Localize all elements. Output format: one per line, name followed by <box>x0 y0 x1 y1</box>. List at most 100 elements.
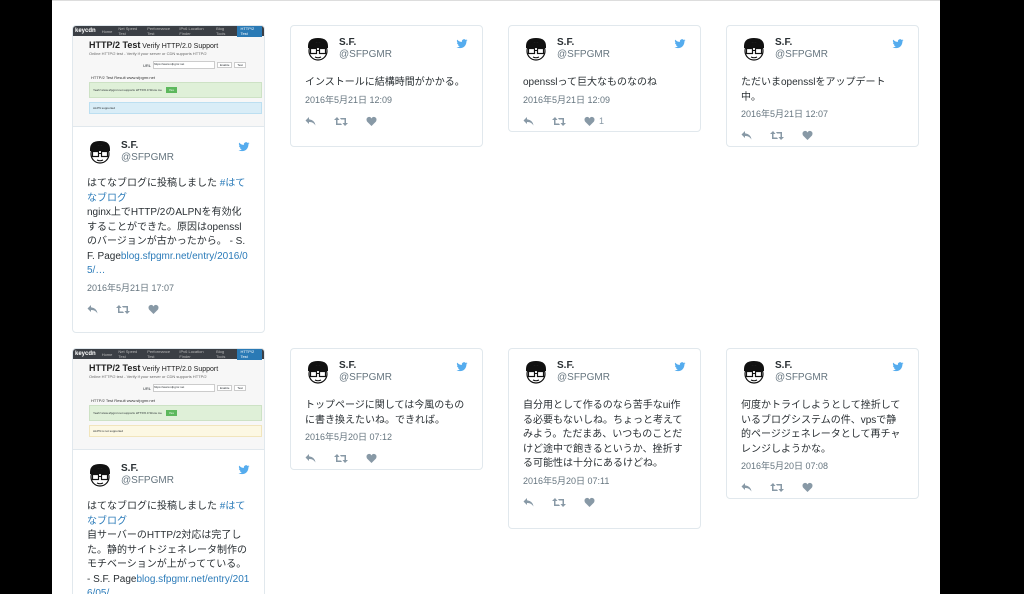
tweet-date[interactable]: 2016年5月21日 12:07 <box>727 107 918 120</box>
twitter-bird-icon[interactable] <box>892 37 904 49</box>
like-button[interactable] <box>148 304 163 315</box>
twitter-bird-icon[interactable] <box>456 360 468 372</box>
tweet-date[interactable]: 2016年5月20日 07:11 <box>509 474 700 487</box>
retweet-button[interactable] <box>552 497 566 508</box>
user-name[interactable]: S.F. <box>775 360 792 371</box>
user-handle[interactable]: @SFPGMR <box>557 372 610 383</box>
twitter-bird-icon[interactable] <box>238 140 250 152</box>
tweet-text-main: ただいまopensslをアップデート中。 <box>741 77 886 103</box>
tweet-text-main: インストールに結構時間がかかる。 <box>305 77 465 88</box>
reply-button[interactable] <box>305 116 316 127</box>
preview-navbar: keycdn Home Net Speed Test Performance Test… <box>73 26 264 37</box>
user-handle[interactable]: @SFPGMR <box>775 372 828 383</box>
user-name[interactable]: S.F. <box>557 37 574 48</box>
tweet-text: インストールに結構時間がかかる。 <box>291 76 482 91</box>
preview-nav-active: HTTP/2 Test <box>237 26 262 37</box>
link-preview-image[interactable]: keycdn Home Net Speed Test Performance Test… <box>73 349 264 450</box>
like-button[interactable] <box>584 497 599 508</box>
preview-url-row: URL https://www.sfpgmr.net Enable Test <box>143 61 264 69</box>
twitter-bird-icon[interactable] <box>892 360 904 372</box>
avatar[interactable] <box>741 36 767 62</box>
tweet-card[interactable]: S.F. @SFPGMR インストールに結構時間がかかる。 2016年5月21日 12… <box>290 25 483 147</box>
avatar[interactable] <box>305 359 331 385</box>
user-name[interactable]: S.F. <box>339 37 356 48</box>
tweet-date[interactable]: 2016年5月21日 17:07 <box>73 281 264 294</box>
like-button[interactable] <box>802 130 817 141</box>
user-name[interactable]: S.F. <box>121 463 138 474</box>
avatar[interactable] <box>305 36 331 62</box>
avatar[interactable] <box>87 462 113 488</box>
retweet-icon <box>334 453 348 464</box>
retweet-button[interactable] <box>552 116 566 127</box>
like-button[interactable] <box>802 482 817 493</box>
preview-nav-item: Blog Tools <box>216 349 226 359</box>
reply-button[interactable] <box>87 304 98 315</box>
preview-success-text: Yeah! www.sfpgmr.net supports HTTP/2.0 S… <box>93 411 162 415</box>
tweet-actions <box>73 304 264 315</box>
tweet-text: はてなブログに投稿しました #はてなブログ 自サーバーのHTTP/2対応は完了した… <box>73 500 264 594</box>
user-name[interactable]: S.F. <box>557 360 574 371</box>
retweet-button[interactable] <box>334 116 348 127</box>
twitter-bird-icon[interactable] <box>674 360 686 372</box>
tweet-card[interactable]: S.F. @SFPGMR opensslって巨大なものなのね 2016年5月21日 1… <box>508 25 701 132</box>
twitter-bird-icon[interactable] <box>238 463 250 475</box>
user-handle[interactable]: @SFPGMR <box>557 49 610 60</box>
tweet-text: トップページに関しては今風のものに書き換えたいね。できれば。 <box>291 399 482 428</box>
user-handle[interactable]: @SFPGMR <box>339 49 392 60</box>
tweet-card[interactable]: S.F. @SFPGMR 何度かトライしようとして挫折しているブログシステムの件、v… <box>726 348 919 499</box>
tweet-text: はてなブログに投稿しました #はてなブログ nginx上でHTTP/2のALPNを… <box>73 177 264 279</box>
tweet-card[interactable]: S.F. @SFPGMR 自分用として作るのなら苦手なui作る必要もないしね。ちょっ… <box>508 348 701 529</box>
tweet-card[interactable]: S.F. @SFPGMR トップページに関しては今風のものに書き換えたいね。できれば… <box>290 348 483 470</box>
like-button[interactable] <box>366 116 381 127</box>
reply-button[interactable] <box>523 497 534 508</box>
preview-nav-item: Net Speed Test <box>118 349 138 359</box>
avatar[interactable] <box>87 139 113 165</box>
tweet-date[interactable]: 2016年5月20日 07:08 <box>727 459 918 472</box>
avatar[interactable] <box>523 36 549 62</box>
heart-icon <box>366 453 377 464</box>
twitter-bird-icon[interactable] <box>674 37 686 49</box>
retweet-button[interactable] <box>334 453 348 464</box>
tweet-actions: 1 <box>509 116 700 127</box>
link-preview-image[interactable]: keycdn Home Net Speed Test Performance Test… <box>73 26 264 127</box>
tweet-card[interactable]: keycdn Home Net Speed Test Performance Test… <box>72 25 265 333</box>
like-button[interactable] <box>366 453 381 464</box>
retweet-button[interactable] <box>116 304 130 315</box>
preview-nav-item: IPv6 Location Finder <box>179 349 204 359</box>
avatar[interactable] <box>523 359 549 385</box>
user-handle[interactable]: @SFPGMR <box>121 152 174 163</box>
tweet-date[interactable]: 2016年5月20日 07:12 <box>291 430 482 443</box>
heart-icon <box>802 482 813 493</box>
preview-nav-item: Net Speed Test <box>118 26 138 36</box>
tweet-card[interactable]: S.F. @SFPGMR ただいまopensslをアップデート中。 2016年5月21… <box>726 25 919 147</box>
tweet-date[interactable]: 2016年5月21日 12:09 <box>509 93 700 106</box>
retweet-button[interactable] <box>770 482 784 493</box>
user-handle[interactable]: @SFPGMR <box>121 475 174 486</box>
preview-title-rest: Verify HTTP/2.0 Support <box>142 366 219 373</box>
retweet-button[interactable] <box>770 130 784 141</box>
user-handle[interactable]: @SFPGMR <box>339 372 392 383</box>
reply-icon <box>305 453 316 464</box>
user-name[interactable]: S.F. <box>121 140 138 151</box>
twitter-bird-icon[interactable] <box>456 37 468 49</box>
preview-success-badge: Yes <box>165 87 177 93</box>
tweet-header: S.F. @SFPGMR <box>73 450 264 490</box>
reply-button[interactable] <box>741 482 752 493</box>
user-name[interactable]: S.F. <box>775 37 792 48</box>
user-name[interactable]: S.F. <box>339 360 356 371</box>
tweet-text: 自分用として作るのなら苦手なui作る必要もないしね。ちょっと考えてみよう。ただま… <box>509 399 700 472</box>
tweet-card[interactable]: keycdn Home Net Speed Test Performance Test… <box>72 348 265 594</box>
reply-button[interactable] <box>741 130 752 141</box>
preview-title-rest: Verify HTTP/2.0 Support <box>142 43 219 50</box>
tweet-date[interactable]: 2016年5月21日 12:09 <box>291 93 482 106</box>
retweet-icon <box>552 497 566 508</box>
like-button[interactable]: 1 <box>584 116 604 127</box>
avatar[interactable] <box>741 359 767 385</box>
reply-icon <box>741 482 752 493</box>
tweet-text-main: はてなブログに投稿しました <box>87 178 220 189</box>
preview-nav-item: Blog Tools <box>216 26 226 36</box>
reply-button[interactable] <box>523 116 534 127</box>
user-handle[interactable]: @SFPGMR <box>775 49 828 60</box>
reply-button[interactable] <box>305 453 316 464</box>
preview-title-main: HTTP/2 Test <box>89 40 141 50</box>
